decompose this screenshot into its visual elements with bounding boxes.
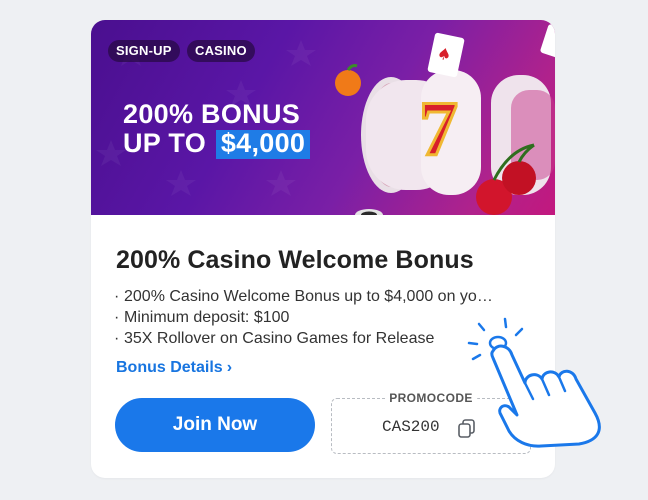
svg-text:7: 7 [419, 85, 458, 172]
offer-title: 200% Casino Welcome Bonus [116, 246, 474, 274]
bonus-details-label: Bonus Details [116, 359, 223, 376]
list-item: · 200% Casino Welcome Bonus up to $4,000 … [114, 288, 493, 305]
pointing-hand-icon [467, 317, 601, 448]
promocode-value: CAS200 [382, 418, 440, 436]
banner-upto-text: UP TO [123, 128, 207, 158]
casino-tag: CASINO [187, 40, 255, 62]
chevron-right-icon: › [226, 359, 233, 376]
banner-headline-line2: UP TO $4,000 [123, 128, 311, 159]
banner-amount: $4,000 [215, 130, 311, 159]
bonus-banner: 7 ♠ SIGN-UP CASINO 200% BONUS UP TO $4,0… [91, 20, 555, 215]
signup-tag: SIGN-UP [108, 40, 180, 62]
banner-headline-line1: 200% BONUS [123, 99, 301, 129]
join-now-button[interactable]: Join Now [115, 398, 315, 452]
promocode-label: PROMOCODE [385, 391, 477, 405]
bonus-details-link[interactable]: Bonus Details › [116, 359, 232, 377]
